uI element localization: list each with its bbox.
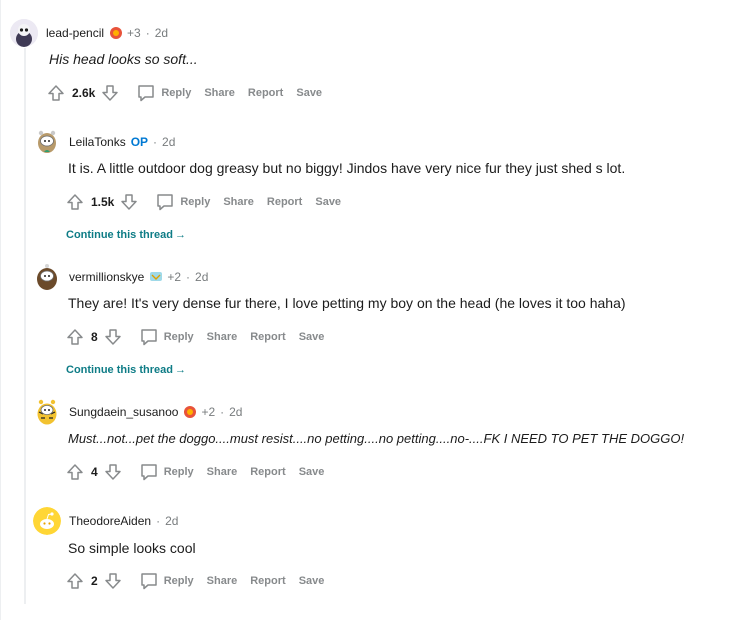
- comment-sungdaein-susanoo: Sungdaein_susanoo +2 · 2d: [33, 398, 242, 426]
- thread-line[interactable]: [24, 48, 26, 604]
- separator-dot: ·: [186, 270, 191, 284]
- separator-dot: ·: [220, 405, 225, 419]
- reply-button[interactable]: Reply: [164, 575, 194, 587]
- reply-button[interactable]: Reply: [164, 331, 194, 343]
- speech-bubble-icon[interactable]: [139, 462, 159, 482]
- downvote-arrow-icon[interactable]: [103, 462, 123, 482]
- award-icon[interactable]: [149, 270, 163, 284]
- comment-vermillionskye: vermillionskye +2 · 2d: [33, 263, 208, 291]
- timestamp[interactable]: 2d: [162, 135, 175, 149]
- continue-thread-label[interactable]: Continue this thread: [66, 229, 173, 241]
- separator-dot: ·: [145, 26, 150, 40]
- report-button[interactable]: Report: [267, 196, 302, 208]
- upvote-arrow-icon[interactable]: [46, 83, 66, 103]
- upvote-arrow-icon[interactable]: [65, 462, 85, 482]
- username[interactable]: lead-pencil: [46, 26, 104, 40]
- save-button[interactable]: Save: [299, 466, 325, 478]
- timestamp[interactable]: 2d: [155, 26, 168, 40]
- downvote-arrow-icon[interactable]: [103, 327, 123, 347]
- comment-actions: 2.6k Reply Share Report Save: [46, 81, 322, 105]
- username[interactable]: vermillionskye: [69, 270, 144, 284]
- upvote-arrow-icon[interactable]: [65, 192, 85, 212]
- report-button[interactable]: Report: [250, 466, 285, 478]
- comment-theodoreaiden: TheodoreAiden · 2d: [33, 507, 178, 535]
- comment-body: They are! It's very dense fur there, I l…: [68, 295, 626, 311]
- share-button[interactable]: Share: [207, 575, 238, 587]
- continue-thread-link[interactable]: Continue this thread →: [66, 229, 186, 241]
- arrow-right-icon: →: [174, 364, 186, 376]
- comment-body: His head looks so soft...: [49, 51, 198, 67]
- left-border: [0, 0, 1, 620]
- username[interactable]: Sungdaein_susanoo: [69, 405, 178, 419]
- vote-score: 2.6k: [72, 86, 96, 100]
- report-button[interactable]: Report: [248, 87, 283, 99]
- save-button[interactable]: Save: [315, 196, 341, 208]
- save-button[interactable]: Save: [299, 331, 325, 343]
- vote-score: 2: [91, 574, 98, 588]
- username[interactable]: LeilaTonks: [69, 135, 126, 149]
- comment-header: lead-pencil +3 · 2d: [10, 19, 168, 47]
- comment-body: Must...not...pet the doggo....must resis…: [68, 431, 685, 446]
- comment-header: Sungdaein_susanoo +2 · 2d: [33, 398, 242, 426]
- timestamp[interactable]: 2d: [195, 270, 208, 284]
- arrow-right-icon: →: [174, 229, 186, 241]
- share-button[interactable]: Share: [204, 87, 235, 99]
- speech-bubble-icon[interactable]: [155, 192, 175, 212]
- award-icon[interactable]: [109, 26, 123, 40]
- comment-actions: 8 Reply Share Report Save: [65, 325, 324, 349]
- reply-button[interactable]: Reply: [180, 196, 210, 208]
- report-button[interactable]: Report: [250, 331, 285, 343]
- comment-header: LeilaTonks OP · 2d: [33, 128, 175, 156]
- speech-bubble-icon[interactable]: [136, 83, 156, 103]
- vote-score: 1.5k: [91, 195, 115, 209]
- award-icon[interactable]: [183, 405, 197, 419]
- comment-header: vermillionskye +2 · 2d: [33, 263, 208, 291]
- upvote-arrow-icon[interactable]: [65, 571, 85, 591]
- comment-actions: 1.5k Reply Share Report Save: [65, 190, 341, 214]
- comment-leilatonks: LeilaTonks OP · 2d: [33, 128, 175, 156]
- continue-thread-link[interactable]: Continue this thread →: [66, 364, 186, 376]
- save-button[interactable]: Save: [296, 87, 322, 99]
- report-button[interactable]: Report: [250, 575, 285, 587]
- avatar[interactable]: [33, 398, 61, 426]
- speech-bubble-icon[interactable]: [139, 327, 159, 347]
- award-count[interactable]: +2: [167, 270, 181, 284]
- reply-button[interactable]: Reply: [161, 87, 191, 99]
- upvote-arrow-icon[interactable]: [65, 327, 85, 347]
- share-button[interactable]: Share: [207, 331, 238, 343]
- award-count[interactable]: +2: [201, 405, 215, 419]
- avatar[interactable]: [33, 507, 61, 535]
- vote-score: 8: [91, 330, 98, 344]
- avatar[interactable]: [10, 19, 38, 47]
- username[interactable]: TheodoreAiden: [69, 514, 151, 528]
- downvote-arrow-icon[interactable]: [100, 83, 120, 103]
- share-button[interactable]: Share: [223, 196, 254, 208]
- comment-lead-pencil: lead-pencil +3 · 2d: [10, 19, 168, 47]
- save-button[interactable]: Save: [299, 575, 325, 587]
- avatar[interactable]: [33, 128, 61, 156]
- vote-score: 4: [91, 465, 98, 479]
- op-badge: OP: [130, 135, 149, 149]
- comment-actions: 2 Reply Share Report Save: [65, 569, 324, 593]
- downvote-arrow-icon[interactable]: [119, 192, 139, 212]
- comment-body: It is. A little outdoor dog greasy but n…: [68, 160, 626, 176]
- share-button[interactable]: Share: [207, 466, 238, 478]
- comment-actions: 4 Reply Share Report Save: [65, 460, 324, 484]
- timestamp[interactable]: 2d: [165, 514, 178, 528]
- separator-dot: ·: [153, 135, 158, 149]
- avatar[interactable]: [33, 263, 61, 291]
- reply-button[interactable]: Reply: [164, 466, 194, 478]
- speech-bubble-icon[interactable]: [139, 571, 159, 591]
- award-count[interactable]: +3: [127, 26, 141, 40]
- separator-dot: ·: [156, 514, 161, 528]
- continue-thread-label[interactable]: Continue this thread: [66, 364, 173, 376]
- comment-body: So simple looks cool: [68, 540, 196, 556]
- timestamp[interactable]: 2d: [229, 405, 242, 419]
- comment-header: TheodoreAiden · 2d: [33, 507, 178, 535]
- downvote-arrow-icon[interactable]: [103, 571, 123, 591]
